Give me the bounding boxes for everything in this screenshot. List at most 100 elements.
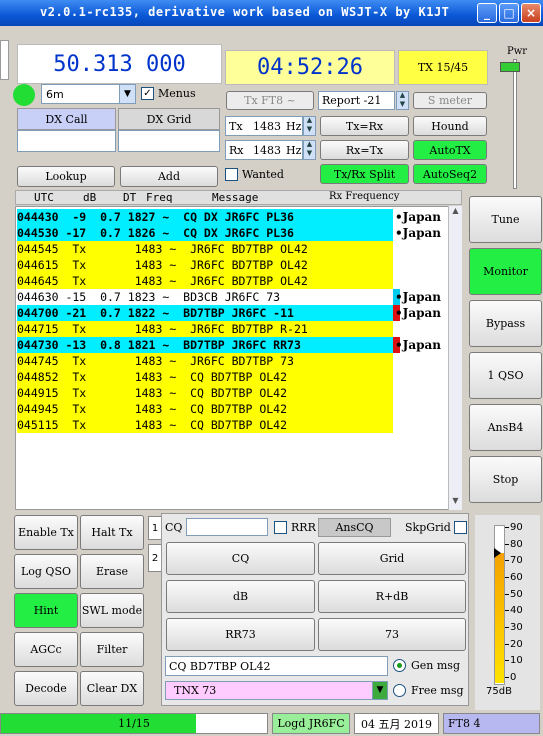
- free-msg-radio[interactable]: [393, 684, 406, 697]
- mode-button[interactable]: Tx FT8 ~: [226, 91, 314, 110]
- decode-scrollbar[interactable]: ▲ ▼: [448, 206, 462, 510]
- wanted-checkbox[interactable]: [225, 168, 238, 181]
- meter-tick: [505, 643, 509, 645]
- free-msg-value: TNX 73: [174, 684, 217, 697]
- dx-grid-input[interactable]: [118, 130, 220, 152]
- anscq-button[interactable]: AnsCQ: [318, 518, 391, 537]
- meter-tick-label: 80: [510, 538, 523, 550]
- clear-dx-button[interactable]: Clear DX: [80, 671, 144, 706]
- decode-row[interactable]: 044530 -17 0.7 1826 ~ CQ DX JR6FC PL36: [17, 225, 393, 241]
- skpgrid-label: SkpGrid: [405, 521, 451, 534]
- gen-msg-label: Gen msg: [411, 659, 460, 672]
- r-db-button[interactable]: R+dB: [318, 580, 466, 613]
- cq-input[interactable]: [186, 518, 268, 536]
- rr73-button[interactable]: RR73: [166, 618, 315, 651]
- rx-frequency-label: Rx Frequency: [329, 191, 400, 202]
- down-arrow-icon[interactable]: ▼: [397, 100, 408, 110]
- grid-button[interactable]: Grid: [318, 542, 466, 575]
- decode-row[interactable]: 044545 Tx 1483 ~ JR6FC BD7TBP OL42: [17, 241, 393, 257]
- smeter-button[interactable]: S meter: [413, 92, 487, 109]
- rx-freq-spinbox[interactable]: Rx 1483 Hz: [225, 140, 303, 160]
- tx-period-indicator[interactable]: TX 15/45: [398, 50, 488, 85]
- rrr-checkbox[interactable]: [274, 521, 287, 534]
- halt-tx-button[interactable]: Halt Tx: [80, 515, 144, 550]
- tx-eq-rx-button[interactable]: Tx=Rx: [320, 116, 409, 136]
- down-arrow-icon[interactable]: ▼: [304, 126, 315, 135]
- decode-row[interactable]: 044852 Tx 1483 ~ CQ BD7TBP OL42: [17, 369, 393, 385]
- free-msg-combo[interactable]: TNX 73 ▼: [165, 681, 388, 700]
- autoseq2-button[interactable]: AutoSeq2: [413, 164, 487, 184]
- decode-button[interactable]: Decode: [14, 671, 78, 706]
- rx-freq-spinner[interactable]: ▲ ▼: [303, 140, 316, 160]
- decode-row[interactable]: 044945 Tx 1483 ~ CQ BD7TBP OL42: [17, 401, 393, 417]
- rrr-label: RRR: [291, 521, 316, 534]
- txrx-split-button[interactable]: Tx/Rx Split: [320, 164, 409, 184]
- decode-row[interactable]: 044715 Tx 1483 ~ JR6FC BD7TBP R-21: [17, 321, 393, 337]
- rx-eq-tx-button[interactable]: Rx=Tx: [320, 140, 409, 160]
- maximize-button[interactable]: □: [499, 3, 519, 23]
- gen-msg-input[interactable]: CQ BD7TBP OL42: [165, 656, 388, 676]
- title-bar[interactable]: v2.0.1-rc135, derivative work based on W…: [0, 0, 543, 26]
- progress-bar: 11/15: [0, 713, 268, 734]
- lookup-button[interactable]: Lookup: [17, 166, 115, 187]
- band-select[interactable]: 6m ▼: [41, 84, 136, 104]
- decode-row[interactable]: 044745 Tx 1483 ~ JR6FC BD7TBP 73: [17, 353, 393, 369]
- add-button[interactable]: Add: [120, 166, 218, 187]
- filter-button[interactable]: Filter: [80, 632, 144, 667]
- decode-row[interactable]: 044615 Tx 1483 ~ JR6FC BD7TBP OL42: [17, 257, 393, 273]
- enable-tx-button[interactable]: Enable Tx: [14, 515, 78, 550]
- ansb4-button[interactable]: AnsB4: [469, 404, 542, 451]
- scroll-down-icon[interactable]: ▼: [449, 496, 462, 510]
- minimize-button[interactable]: _: [477, 3, 497, 23]
- meter-tick-label: 90: [510, 522, 523, 533]
- stop-button[interactable]: Stop: [469, 456, 542, 503]
- decode-row[interactable]: 044645 Tx 1483 ~ JR6FC BD7TBP OL42: [17, 273, 393, 289]
- down-arrow-icon[interactable]: ▼: [304, 150, 315, 159]
- decode-row[interactable]: 044730 -13 0.8 1821 ~ BD7TBP JR6FC RR73: [17, 337, 393, 353]
- pwr-slider-track[interactable]: [513, 59, 517, 189]
- decode-row[interactable]: 045115 Tx 1483 ~ CQ BD7TBP OL42: [17, 417, 393, 433]
- bypass-button[interactable]: Bypass: [469, 300, 542, 347]
- hound-button[interactable]: Hound: [413, 116, 487, 136]
- rx-freq-unit: Hz: [286, 144, 302, 157]
- gen-msg-radio[interactable]: [393, 659, 406, 672]
- tx-freq-spinner[interactable]: ▲ ▼: [303, 116, 316, 136]
- db-button[interactable]: dB: [166, 580, 315, 613]
- close-button[interactable]: ×: [521, 3, 541, 23]
- col-dt: DT: [123, 191, 137, 204]
- 73-button[interactable]: 73: [318, 618, 466, 651]
- tune-button[interactable]: Tune: [469, 196, 542, 243]
- chevron-down-icon[interactable]: ▼: [119, 85, 135, 103]
- hint-button[interactable]: Hint: [14, 593, 78, 628]
- erase-button[interactable]: Erase: [80, 554, 144, 589]
- decode-row[interactable]: 044630 -15 0.7 1823 ~ BD3CB JR6FC 73: [17, 289, 393, 305]
- log-qso-button[interactable]: Log QSO: [14, 554, 78, 589]
- monitor-button[interactable]: Monitor: [469, 248, 542, 295]
- skpgrid-checkbox[interactable]: [454, 521, 467, 534]
- autotx-button[interactable]: AutoTX: [413, 140, 487, 160]
- agcc-button[interactable]: AGCc: [14, 632, 78, 667]
- decode-row[interactable]: 044430 -9 0.7 1827 ~ CQ DX JR6FC PL36: [17, 209, 393, 225]
- pwr-slider-handle[interactable]: [500, 62, 520, 72]
- dx-call-input[interactable]: [17, 130, 116, 152]
- tab-2[interactable]: 2: [148, 544, 162, 572]
- level-meter-fill: [495, 553, 504, 683]
- swl-mode-button[interactable]: SWL mode: [80, 593, 144, 628]
- report-spinbox[interactable]: Report -21: [318, 91, 395, 110]
- rx-freq-value: 1483: [253, 144, 281, 157]
- tx-freq-spinbox[interactable]: Tx 1483 Hz: [225, 116, 303, 136]
- wanted-label: Wanted: [242, 168, 284, 181]
- tab-1[interactable]: 1: [148, 516, 162, 540]
- menus-checkbox[interactable]: ✓: [141, 87, 154, 100]
- scroll-up-icon[interactable]: ▲: [449, 206, 462, 220]
- decode-row[interactable]: 044915 Tx 1483 ~ CQ BD7TBP OL42: [17, 385, 393, 401]
- cq-button[interactable]: CQ: [166, 542, 315, 575]
- rx-freq-label: Rx: [229, 144, 244, 157]
- one-qso-button[interactable]: 1 QSO: [469, 352, 542, 399]
- decode-row[interactable]: 044700 -21 0.7 1822 ~ BD7TBP JR6FC -11: [17, 305, 393, 321]
- status-led: [13, 84, 35, 106]
- chevron-down-icon[interactable]: ▼: [372, 682, 387, 699]
- report-spinner[interactable]: ▲ ▼: [396, 91, 409, 110]
- meter-tick: [505, 593, 509, 595]
- decode-country: •Japan: [395, 210, 442, 224]
